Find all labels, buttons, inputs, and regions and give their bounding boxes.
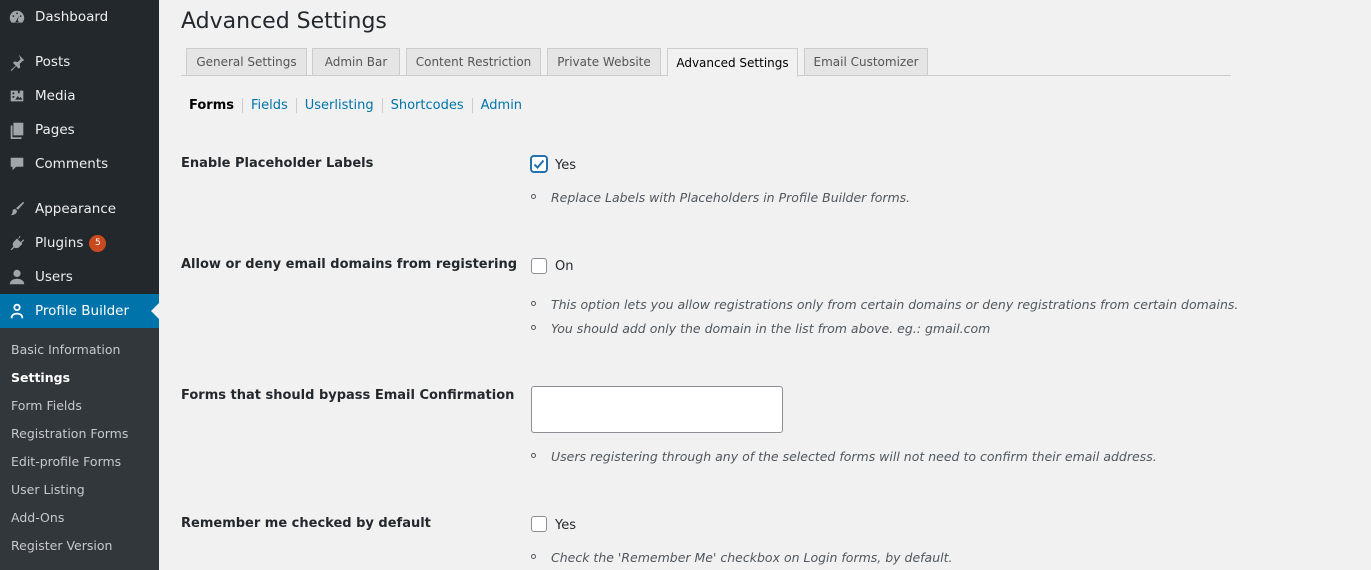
menu-label: Media <box>35 88 76 104</box>
bypass-forms-select[interactable] <box>531 386 783 433</box>
users-icon <box>7 267 27 287</box>
media-icon <box>7 86 27 106</box>
plugin-icon <box>7 233 27 253</box>
menu-posts[interactable]: Posts <box>0 45 159 79</box>
dashboard-icon <box>7 7 27 27</box>
bullet-icon <box>531 554 536 559</box>
placeholder-labels-description: Replace Labels with Placeholders in Prof… <box>551 190 911 205</box>
email-domains-description-2: You should add only the domain in the li… <box>551 321 991 336</box>
admin-sidebar: Dashboard Posts Media Pages Comments App… <box>0 0 159 570</box>
submenu-form-fields[interactable]: Form Fields <box>11 398 82 413</box>
profile-builder-submenu: Basic Information Settings Form Fields R… <box>0 328 159 570</box>
subnav-shortcodes[interactable]: Shortcodes <box>381 97 472 113</box>
tab-email-customizer[interactable]: Email Customizer <box>804 48 928 76</box>
menu-appearance[interactable]: Appearance <box>0 192 159 226</box>
submenu-user-listing[interactable]: User Listing <box>11 482 85 497</box>
placeholder-labels-label: Enable Placeholder Labels <box>181 156 374 171</box>
menu-label: Pages <box>35 122 75 138</box>
menu-label: Comments <box>35 156 109 172</box>
subnav-admin[interactable]: Admin <box>471 97 530 113</box>
menu-pages[interactable]: Pages <box>0 113 159 147</box>
menu-comments[interactable]: Comments <box>0 147 159 181</box>
menu-users[interactable]: Users <box>0 260 159 294</box>
menu-plugins[interactable]: Plugins 5 <box>0 226 159 260</box>
email-domains-label: Allow or deny email domains from registe… <box>181 257 518 272</box>
plugins-update-badge: 5 <box>89 234 107 252</box>
email-domains-option: On <box>555 259 574 274</box>
menu-label: Plugins <box>35 235 84 251</box>
submenu-registration-forms[interactable]: Registration Forms <box>11 426 128 441</box>
subnav-fields[interactable]: Fields <box>241 97 296 113</box>
subnav-userlisting[interactable]: Userlisting <box>295 97 382 113</box>
submenu-basic-information[interactable]: Basic Information <box>11 342 120 357</box>
bullet-icon <box>531 325 536 330</box>
pages-icon <box>7 120 27 140</box>
menu-label: Posts <box>35 54 71 70</box>
menu-label: Profile Builder <box>35 303 130 319</box>
submenu-add-ons[interactable]: Add-Ons <box>11 510 64 525</box>
subnav-forms[interactable]: Forms <box>189 98 242 113</box>
menu-label: Appearance <box>35 201 117 217</box>
tab-private-website[interactable]: Private Website <box>547 48 661 76</box>
bullet-icon <box>531 194 536 199</box>
remember-me-description: Check the 'Remember Me' checkbox on Logi… <box>551 550 953 565</box>
remember-me-checkbox[interactable] <box>531 516 547 532</box>
bypass-email-confirmation-description: Users registering through any of the sel… <box>551 449 1157 464</box>
submenu-edit-profile-forms[interactable]: Edit-profile Forms <box>11 454 121 469</box>
comments-icon <box>7 154 27 174</box>
menu-media[interactable]: Media <box>0 79 159 113</box>
page-title: Advanced Settings <box>181 9 387 34</box>
menu-dashboard[interactable]: Dashboard <box>0 0 159 34</box>
menu-profile-builder[interactable]: Profile Builder <box>0 294 159 328</box>
email-domains-checkbox[interactable] <box>531 258 547 274</box>
placeholder-labels-option: Yes <box>555 158 576 173</box>
user-outline-icon <box>7 301 27 321</box>
remember-me-option: Yes <box>555 518 576 533</box>
submenu-register-version[interactable]: Register Version <box>11 538 112 553</box>
submenu-settings[interactable]: Settings <box>11 370 70 385</box>
pin-icon <box>7 52 27 72</box>
tab-content-restriction[interactable]: Content Restriction <box>406 48 541 76</box>
bypass-email-confirmation-label: Forms that should bypass Email Confirmat… <box>181 388 515 403</box>
menu-label: Dashboard <box>35 9 109 25</box>
tab-admin-bar[interactable]: Admin Bar <box>312 48 400 76</box>
settings-subnav: Forms Fields Userlisting Shortcodes Admi… <box>189 96 530 114</box>
bullet-icon <box>531 453 536 458</box>
tab-advanced-settings[interactable]: Advanced Settings <box>667 48 798 77</box>
menu-label: Users <box>35 269 73 285</box>
bullet-icon <box>531 301 536 306</box>
email-domains-description-1: This option lets you allow registrations… <box>551 297 1239 312</box>
tab-general-settings[interactable]: General Settings <box>186 48 307 76</box>
checkmark-icon <box>533 159 545 169</box>
remember-me-label: Remember me checked by default <box>181 516 431 531</box>
placeholder-labels-checkbox[interactable] <box>531 156 547 172</box>
brush-icon <box>7 199 27 219</box>
